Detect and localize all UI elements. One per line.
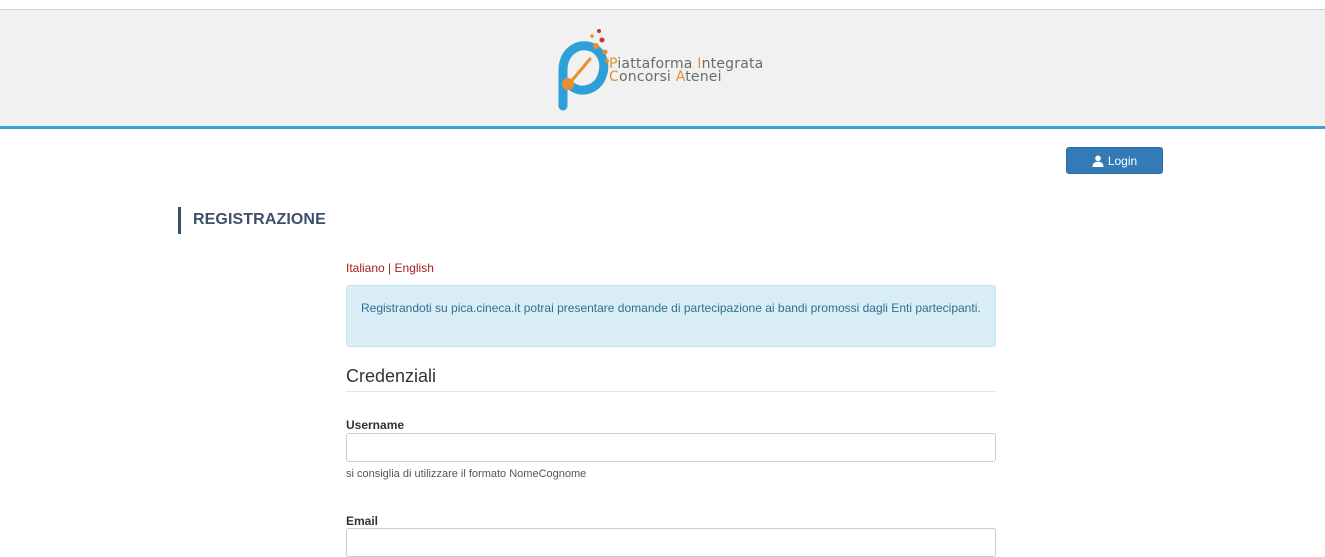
logo-initial: A bbox=[675, 69, 686, 85]
email-input[interactable] bbox=[346, 528, 996, 557]
logo-mark-icon bbox=[558, 29, 609, 111]
lang-english-link[interactable]: English bbox=[395, 261, 434, 275]
username-input[interactable] bbox=[346, 433, 996, 462]
username-label: Username bbox=[346, 418, 405, 432]
logo: Piattaforma Integrata Concorsi Atenei bbox=[549, 28, 799, 112]
user-icon bbox=[1092, 155, 1104, 167]
logo-word: oncorsi bbox=[618, 69, 676, 85]
email-label: Email bbox=[346, 514, 379, 528]
logo-text: Piattaforma Integrata Concorsi Atenei bbox=[609, 57, 763, 85]
logo-word: tenei bbox=[685, 69, 722, 85]
username-hint: si consiglia di utilizzare il formato No… bbox=[346, 468, 587, 480]
logo-initial: C bbox=[609, 69, 619, 85]
login-label: Login bbox=[1107, 153, 1138, 168]
logo-line-2: Concorsi Atenei bbox=[609, 69, 763, 85]
info-text: Registrandoti su pica.cineca.it potrai p… bbox=[361, 301, 981, 315]
credentials-heading: Credenziali bbox=[346, 366, 996, 392]
page-title: REGISTRAZIONE bbox=[193, 211, 326, 228]
info-alert: Registrandoti su pica.cineca.it potrai p… bbox=[346, 285, 996, 347]
lang-separator: | bbox=[388, 261, 392, 275]
lang-italian-link[interactable]: Italiano bbox=[346, 261, 385, 275]
header: Piattaforma Integrata Concorsi Atenei bbox=[0, 10, 1325, 129]
login-button[interactable]: Login bbox=[1066, 147, 1163, 174]
language-switcher: Italiano | English bbox=[346, 261, 434, 275]
section-title-accent bbox=[178, 207, 181, 234]
